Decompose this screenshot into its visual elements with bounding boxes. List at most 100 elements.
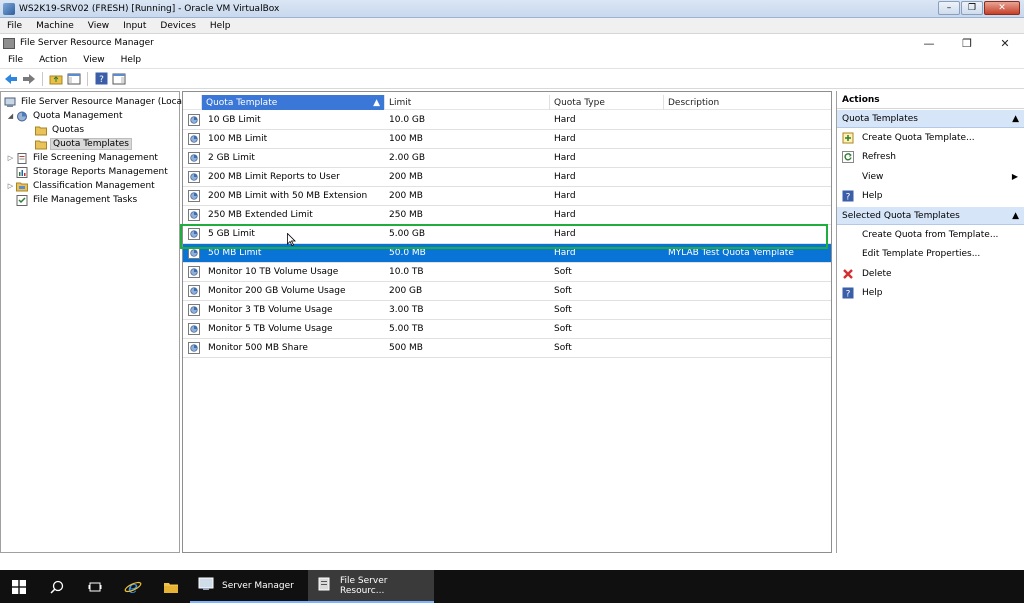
column-header-label: Description — [668, 97, 720, 108]
fsrm-close-icon[interactable]: ✕ — [986, 34, 1024, 52]
vbox-menu-help[interactable]: Help — [203, 21, 238, 31]
fsrm-minimize-icon[interactable]: — — [910, 34, 948, 52]
actions-section-quota-templates[interactable]: Quota Templates ▲ — [837, 110, 1024, 128]
action-edit-template-properties[interactable]: Edit Template Properties... — [837, 245, 1024, 265]
collapse-up-icon[interactable]: ▲ — [1012, 114, 1019, 124]
cell-limit: 500 MB — [389, 343, 423, 353]
cell-text: 2 GB Limit — [208, 153, 255, 163]
menu-action[interactable]: Action — [31, 55, 75, 65]
vbox-menu-file[interactable]: File — [0, 21, 29, 31]
taskbar-app-fsrm[interactable]: File Server Resourc... — [308, 570, 434, 603]
collapse-up-icon[interactable]: ▲ — [1012, 211, 1019, 221]
action-view[interactable]: View ▶ — [837, 167, 1024, 187]
action-help-selected[interactable]: ? Help — [837, 284, 1024, 304]
table-row[interactable]: 10 GB Limit 10.0 GB Hard — [183, 111, 831, 130]
column-header-quota-template[interactable]: Quota Template ▲ — [202, 95, 385, 110]
minimize-icon[interactable]: – — [938, 1, 960, 15]
cell-quota-template: 200 MB Limit with 50 MB Extension — [183, 190, 385, 202]
cell-limit: 200 MB — [389, 191, 423, 201]
table-row[interactable]: 200 MB Limit with 50 MB Extension 200 MB H… — [183, 187, 831, 206]
fsrm-toolbar: ? — [0, 69, 1024, 89]
vbox-menu-devices[interactable]: Devices — [153, 21, 202, 31]
file-explorer-icon[interactable] — [152, 570, 190, 603]
table-row[interactable]: 100 MB Limit 100 MB Hard — [183, 130, 831, 149]
action-refresh[interactable]: Refresh — [837, 148, 1024, 168]
cell-quota-type: Hard — [554, 248, 576, 258]
table-row[interactable]: 200 MB Limit Reports to User 200 MB Hard — [183, 168, 831, 187]
internet-explorer-icon[interactable]: e — [114, 570, 152, 603]
show-hide-action-pane-icon[interactable] — [111, 71, 127, 87]
up-folder-icon[interactable] — [48, 71, 64, 87]
action-delete[interactable]: Delete — [837, 264, 1024, 284]
tree-item-quota-management[interactable]: ◢ Quota Management — [1, 109, 179, 123]
forward-arrow-icon[interactable] — [21, 71, 37, 87]
start-windows-icon[interactable] — [0, 570, 38, 603]
quota-template-icon — [188, 342, 200, 354]
table-row[interactable]: Monitor 10 TB Volume Usage 10.0 TB Soft — [183, 263, 831, 282]
tree-item-storage-reports[interactable]: Storage Reports Management — [1, 165, 179, 179]
tree-item-quotas[interactable]: Quotas — [1, 123, 179, 137]
table-row[interactable]: Monitor 3 TB Volume Usage 3.00 TB Soft — [183, 301, 831, 320]
cell-text: Monitor 3 TB Volume Usage — [208, 305, 333, 315]
column-header-icon — [183, 95, 202, 110]
tree-item-file-screening[interactable]: ▷ File Screening Management — [1, 151, 179, 165]
help-icon[interactable]: ? — [93, 71, 109, 87]
fsrm-restore-icon[interactable]: ❐ — [948, 34, 986, 52]
cell-quota-template: Monitor 3 TB Volume Usage — [183, 304, 385, 316]
tree-item-file-management-tasks[interactable]: File Management Tasks — [1, 193, 179, 207]
back-arrow-icon[interactable] — [3, 71, 19, 87]
actions-title: Actions — [837, 91, 1024, 109]
vbox-menu-input[interactable]: Input — [116, 21, 153, 31]
cell-quota-template: Monitor 500 MB Share — [183, 342, 385, 354]
quota-template-icon — [188, 209, 200, 221]
column-header-label: Quota Type — [554, 97, 605, 108]
column-header-description[interactable]: Description — [664, 95, 831, 110]
cell-limit: 250 MB — [389, 210, 423, 220]
table-row[interactable]: Monitor 5 TB Volume Usage 5.00 TB Soft — [183, 320, 831, 339]
cell-quota-template: Monitor 200 GB Volume Usage — [183, 285, 385, 297]
table-row[interactable]: Monitor 200 GB Volume Usage 200 GB Soft — [183, 282, 831, 301]
table-row[interactable]: 50 MB Limit 50.0 MB Hard MYLAB Test Quota Y… — [183, 244, 831, 263]
server-manager-icon — [198, 577, 214, 594]
fsrm-window-controls: — ❐ ✕ — [910, 34, 1024, 52]
section-label: Quota Templates — [842, 113, 918, 124]
menu-view[interactable]: View — [75, 55, 112, 65]
action-create-quota-from-template[interactable]: Create Quota from Template... — [837, 225, 1024, 245]
cell-quota-template: 50 MB Limit — [183, 247, 385, 259]
vbox-menu-view[interactable]: View — [81, 21, 116, 31]
cell-text: 200 MB Limit Reports to User — [208, 172, 340, 182]
collapse-icon[interactable]: ◢ — [6, 112, 15, 120]
tree-item-root[interactable]: File Server Resource Manager (Local) — [1, 95, 188, 109]
menu-file[interactable]: File — [0, 55, 31, 65]
table-row[interactable]: 2 GB Limit 2.00 GB Hard — [183, 149, 831, 168]
cell-limit: 200 MB — [389, 172, 423, 182]
table-row[interactable]: Monitor 500 MB Share 500 MB Soft — [183, 339, 831, 358]
action-label: Create Quota from Template... — [862, 229, 999, 240]
quota-template-icon — [188, 152, 200, 164]
maximize-icon[interactable]: ❐ — [961, 1, 983, 15]
close-icon[interactable]: ✕ — [984, 1, 1020, 15]
vbox-menu-machine[interactable]: Machine — [29, 21, 81, 31]
action-label: Refresh — [862, 152, 896, 163]
taskbar-app-server-manager[interactable]: Server Manager — [190, 570, 308, 603]
expand-icon[interactable]: ▷ — [6, 182, 15, 190]
show-hide-console-tree-icon[interactable] — [66, 71, 82, 87]
action-create-quota-template[interactable]: Create Quota Template... — [837, 128, 1024, 148]
search-icon[interactable] — [38, 570, 76, 603]
task-view-icon[interactable] — [76, 570, 114, 603]
menu-help[interactable]: Help — [113, 55, 150, 65]
tree-item-classification[interactable]: ▷ Classification Management — [1, 179, 179, 193]
quota-template-icon — [188, 323, 200, 335]
column-header-quota-type[interactable]: Quota Type — [550, 95, 664, 110]
expand-icon[interactable]: ▷ — [6, 154, 15, 162]
toolbar-separator — [42, 71, 43, 86]
table-row[interactable]: 5 GB Limit 5.00 GB Hard — [183, 225, 831, 244]
tree-item-quota-templates[interactable]: Quota Templates — [1, 137, 179, 151]
quota-template-icon — [188, 133, 200, 145]
column-header-limit[interactable]: Limit — [385, 95, 550, 110]
action-help[interactable]: ? Help — [837, 187, 1024, 207]
fsrm-window-title: File Server Resource Manager — [20, 38, 154, 48]
table-row[interactable]: 250 MB Extended Limit 250 MB Hard — [183, 206, 831, 225]
actions-section-selected-templates[interactable]: Selected Quota Templates ▲ — [837, 207, 1024, 225]
cell-limit: 200 GB — [389, 286, 423, 296]
